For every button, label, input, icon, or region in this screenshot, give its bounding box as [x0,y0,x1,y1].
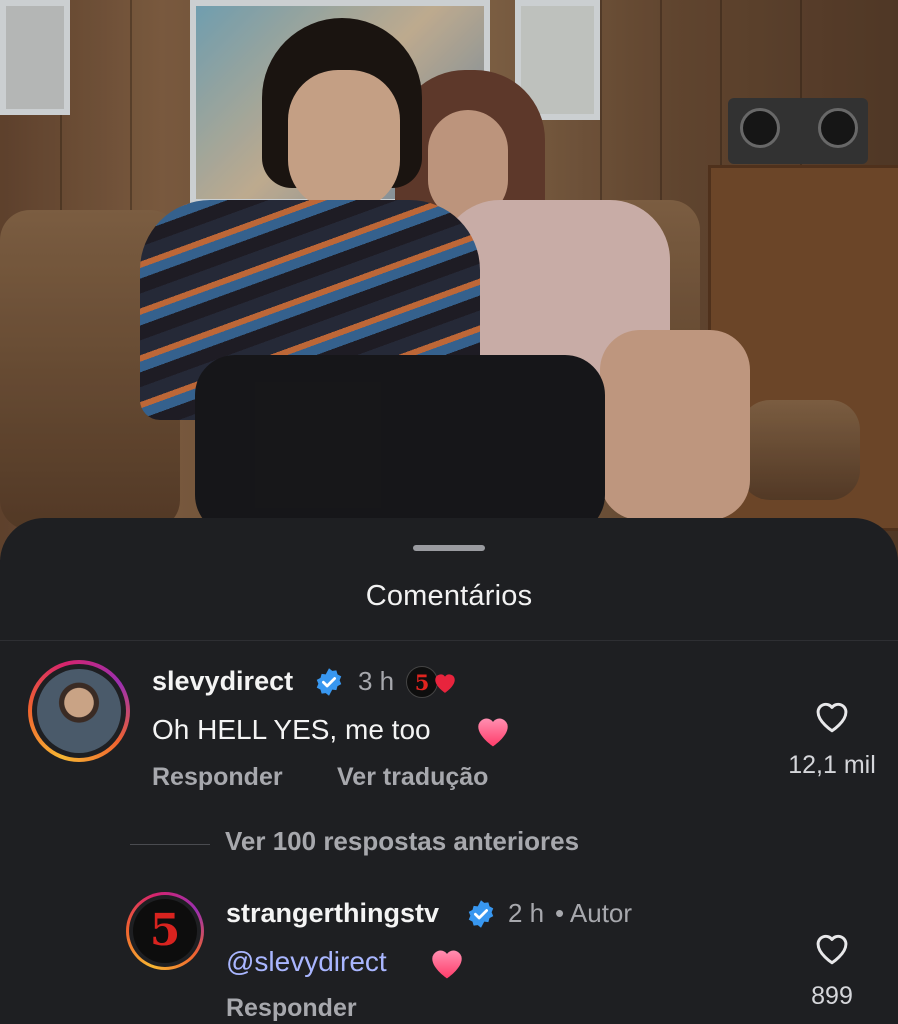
view-previous-replies-button[interactable]: Ver 100 respostas anteriores [225,826,579,857]
reply-button[interactable]: Responder [226,994,357,1023]
avatar[interactable] [28,660,130,762]
heart-emoji-icon [435,674,455,693]
mention-link[interactable]: @slevydirect [226,946,387,977]
reply-text: @slevydirect [226,946,387,978]
heart-emoji-icon [432,950,462,979]
like-count: 12,1 mil [788,751,876,779]
reply-username[interactable]: strangerthingstv [226,898,439,929]
reply-button[interactable]: Responder [152,763,283,792]
avatar-logo: 5 [133,899,197,963]
comments-sheet: Comentários slevydirect 3 h 5 Oh HELL YE… [0,518,898,1024]
like-heart-icon[interactable] [812,698,852,734]
heart-emoji-icon [478,718,508,747]
replies-divider [130,844,210,845]
see-translation-button[interactable]: Ver tradução [337,763,488,792]
sheet-title: Comentários [365,580,533,612]
like-heart-icon[interactable] [812,930,852,966]
verified-badge-icon [468,900,494,928]
reply-time: 2 h [508,898,545,928]
drag-handle[interactable] [413,545,485,551]
avatar[interactable]: 5 [126,892,204,970]
divider [0,640,898,641]
post-photo [0,0,898,560]
like-count: 899 [811,982,853,1010]
author-label: • Autor [555,898,633,928]
verified-badge-icon [316,668,342,696]
comment-text: Oh HELL YES, me too [152,714,431,745]
comment-username[interactable]: slevydirect [152,666,293,697]
comment-time: 3 h [358,666,395,696]
avatar-photo [37,669,121,753]
